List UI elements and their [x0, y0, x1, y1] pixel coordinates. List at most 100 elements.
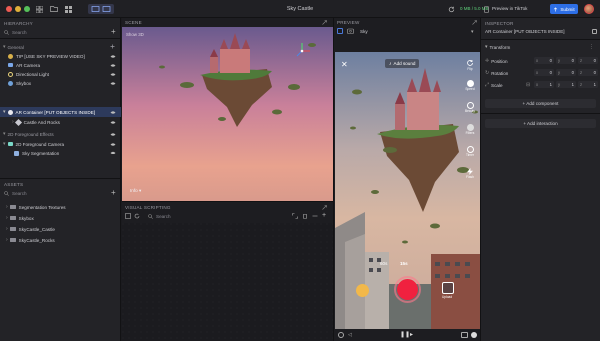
speed-button[interactable]: Speed	[463, 80, 477, 91]
beauty-button[interactable]: Beauty	[463, 102, 477, 113]
more-options-icon[interactable]: ⋮	[589, 44, 594, 50]
section-2d-foreground-effects[interactable]: ▾ 2D Foreground Effects	[3, 129, 54, 139]
asset-item-skycastle-rocks[interactable]: › SkyCastle_Rocks	[6, 235, 55, 245]
assets-search-input[interactable]: Search	[4, 189, 108, 197]
rotation-x-field[interactable]: x0	[534, 69, 554, 76]
rotation-z-field[interactable]: z0	[578, 69, 598, 76]
position-z-field[interactable]: z0	[578, 57, 598, 64]
scene-view-mode[interactable]: Show 3D	[126, 32, 144, 37]
screenshot-icon[interactable]	[461, 332, 468, 338]
duration-60s[interactable]: 60s	[380, 261, 387, 266]
speed-icon	[466, 80, 474, 87]
folder-icon	[9, 216, 16, 220]
expand-nodes-icon[interactable]	[292, 213, 298, 219]
volume-icon[interactable]: ◁	[348, 332, 352, 338]
globe-icon	[8, 80, 13, 86]
divider	[0, 38, 121, 39]
transform-section-header[interactable]: ▾ Transform	[485, 42, 510, 52]
refresh-icon[interactable]	[446, 4, 456, 14]
flip-icon	[467, 60, 473, 66]
hierarchy-item-skybox[interactable]: Skybox	[8, 78, 120, 88]
visual-scripting-panel: VISUAL SCRIPTING Search +	[122, 201, 333, 341]
add-asset-button[interactable]: +	[111, 188, 116, 197]
add-interaction-button[interactable]: + Add interaction	[485, 119, 596, 128]
visual-scripting-canvas[interactable]	[122, 223, 333, 341]
timer-button[interactable]: Timer	[463, 146, 477, 157]
visual-scripting-search-input[interactable]: Search	[148, 212, 268, 220]
hierarchy-search-placeholder: Search	[12, 29, 27, 35]
scene-info-dropdown[interactable]: Info ▾	[130, 188, 141, 194]
chevron-down-icon: ▾	[138, 188, 142, 193]
preview-title: PREVIEW	[337, 20, 360, 25]
close-window-button[interactable]	[6, 6, 12, 12]
new-graph-icon[interactable]	[125, 213, 131, 219]
chevron-down-icon: ▾	[3, 109, 6, 115]
inspector-title: INSPECTOR	[485, 21, 514, 26]
hierarchy-item-ar-container[interactable]: ▾ AR Container [PUT OBJECTS INSIDE]	[3, 107, 115, 117]
chevron-down-icon[interactable]: ▾	[471, 29, 474, 35]
preview-source-select[interactable]: Sky	[360, 29, 368, 34]
hierarchy-item-castle-and-rocks[interactable]: › Castle And Rocks	[12, 117, 120, 127]
user-avatar[interactable]	[584, 4, 594, 14]
duration-15s[interactable]: 15s	[400, 261, 408, 266]
camera-icon[interactable]	[347, 28, 354, 34]
lock-icon[interactable]: ⊟	[526, 82, 530, 88]
upload-icon	[553, 6, 558, 12]
upload-button[interactable]	[442, 282, 454, 294]
maximize-window-button[interactable]	[24, 6, 30, 12]
scale-z-field[interactable]: z1	[578, 81, 598, 88]
hierarchy-search-input[interactable]: Search	[4, 28, 108, 36]
flash-button[interactable]: Flash	[463, 168, 477, 179]
refresh-icon[interactable]	[134, 213, 140, 219]
add-sound-button[interactable]: ♪ Add sound	[385, 59, 420, 68]
rotation-y-field[interactable]: y0	[556, 69, 576, 76]
scene-panel: SCENE Show 3D Info ▾	[122, 18, 333, 201]
scale-y-field[interactable]: y1	[556, 81, 576, 88]
folder-icon	[9, 227, 16, 231]
add-node-button[interactable]: +	[322, 212, 326, 219]
timer-icon[interactable]	[338, 332, 344, 338]
visibility-toggles[interactable]	[110, 54, 116, 154]
position-x-field[interactable]: x0	[534, 57, 554, 64]
close-icon[interactable]: ✕	[341, 60, 348, 69]
apps-icon[interactable]	[63, 4, 73, 14]
delete-icon[interactable]	[302, 213, 308, 219]
folder-icon[interactable]	[49, 4, 59, 14]
record-button[interactable]	[397, 279, 418, 300]
camera-icon	[7, 142, 13, 146]
filters-icon	[466, 124, 474, 131]
submit-button[interactable]: Submit	[550, 4, 578, 14]
scale-x-field[interactable]: x1	[534, 81, 554, 88]
flip-button[interactable]: Flip	[463, 59, 477, 71]
phone-view-icon[interactable]	[337, 28, 343, 34]
chevron-down-icon: ▾	[3, 141, 6, 147]
preview-in-tiktok-button[interactable]: Preview in TikTok	[492, 6, 527, 11]
image-icon	[14, 150, 19, 156]
position-y-field[interactable]: y0	[556, 57, 576, 64]
add-object-button[interactable]: +	[111, 27, 116, 36]
layout-toggle[interactable]	[88, 4, 114, 14]
asset-item-segmentation-textures[interactable]: › Segmentation Textures	[6, 202, 66, 212]
collapse-icon[interactable]	[312, 213, 318, 219]
minimize-window-button[interactable]	[15, 6, 21, 12]
asset-item-skybox[interactable]: › Skybox	[6, 213, 34, 223]
info-icon	[8, 53, 13, 59]
submit-label: Submit	[560, 6, 575, 12]
pause-icon[interactable]: ❚❚	[400, 331, 410, 338]
grid-icon[interactable]	[34, 4, 44, 14]
record-video-icon[interactable]	[471, 332, 477, 338]
expand-icon[interactable]	[472, 20, 477, 25]
expand-icon[interactable]	[322, 20, 327, 25]
expand-icon[interactable]	[322, 205, 327, 210]
add-component-button[interactable]: + Add component	[485, 99, 596, 108]
effects-button[interactable]	[356, 284, 369, 297]
object-enabled-checkbox[interactable]	[592, 29, 597, 34]
scene-viewport[interactable]	[122, 27, 333, 201]
asset-item-skycastle-castle[interactable]: › SkyCastle_Castle	[6, 224, 55, 234]
object-name-field[interactable]: AR Container [PUT OBJECTS INSIDE]	[485, 29, 589, 34]
filters-button[interactable]: Filters	[463, 124, 477, 135]
add-section-button[interactable]	[110, 44, 115, 49]
hierarchy-item-sky-segmentation[interactable]: Sky Segmentation	[14, 148, 120, 158]
step-forward-icon[interactable]: ▸	[410, 331, 413, 338]
assets-title: ASSETS	[4, 182, 24, 187]
